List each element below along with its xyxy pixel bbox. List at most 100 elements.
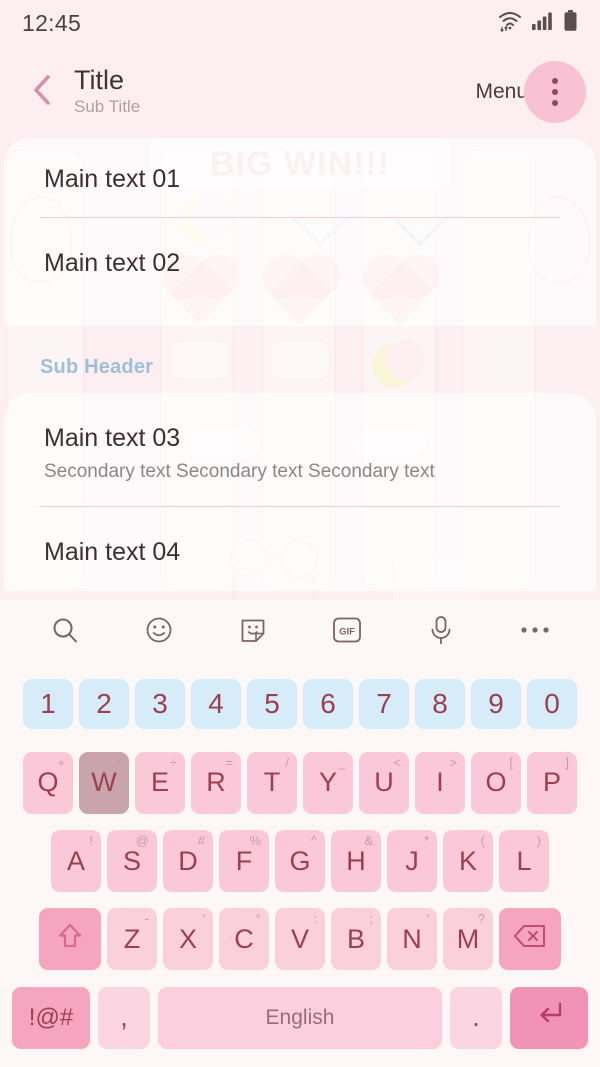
key-1[interactable]: 1	[23, 679, 73, 730]
key-y-label: Y	[318, 767, 337, 798]
key-l[interactable]: ) L	[499, 830, 549, 893]
key-b-alt: ;	[369, 911, 373, 927]
more-vertical-icon-dot3	[552, 100, 558, 106]
keyboard-row-space: !@# , English .	[4, 979, 596, 1057]
key-i-alt: >	[449, 754, 457, 770]
key-v[interactable]: :V	[275, 908, 325, 971]
on-screen-keyboard[interactable]: GIF 1 2 3 4 5 6 7 8 9 0 + Q × W ÷ E = R …	[0, 600, 600, 1067]
key-z[interactable]: -Z	[107, 908, 157, 971]
key-q-label: Q	[37, 767, 59, 798]
search-icon[interactable]	[41, 606, 89, 654]
key-k[interactable]: (K	[443, 830, 493, 893]
svg-text:GIF: GIF	[339, 626, 355, 637]
back-button[interactable]	[22, 73, 62, 112]
key-i[interactable]: > I	[415, 751, 465, 814]
key-w-label: W	[91, 767, 117, 798]
backspace-key[interactable]	[499, 908, 561, 971]
key-x[interactable]: ' X	[163, 908, 213, 971]
more-vertical-icon	[552, 78, 558, 84]
status-clock: 12:45	[22, 9, 82, 36]
key-j-label: J	[405, 845, 419, 876]
key-m-label: M	[456, 923, 480, 954]
key-s[interactable]: @ S	[107, 830, 157, 893]
list-item[interactable]: Main text 03 Secondary text Secondary te…	[4, 393, 596, 507]
list-item-subtitle: Secondary text Secondary text Secondary …	[44, 460, 435, 482]
symbols-key[interactable]: !@#	[12, 986, 90, 1049]
key-a[interactable]: ! A	[51, 830, 101, 893]
key-f-label: F	[235, 845, 253, 876]
chevron-left-icon	[29, 73, 55, 112]
key-q[interactable]: + Q	[23, 751, 73, 814]
enter-key[interactable]	[510, 986, 588, 1049]
key-b[interactable]: ; B	[331, 908, 381, 971]
key-w[interactable]: × W	[79, 751, 129, 814]
list-item-title: Main text 01	[44, 165, 181, 193]
title-block: Title Sub Title	[74, 64, 475, 118]
microphone-icon[interactable]	[417, 606, 465, 654]
key-f-alt: %	[249, 833, 261, 849]
overflow-menu-button[interactable]	[524, 61, 586, 123]
key-f[interactable]: % F	[219, 830, 269, 893]
key-j[interactable]: * J	[387, 830, 437, 893]
key-y-alt: _	[337, 754, 345, 770]
key-p-alt: ]	[565, 754, 569, 770]
list-item-title: Main text 02	[44, 249, 181, 278]
key-3[interactable]: 3	[135, 679, 185, 730]
key-d-alt: #	[197, 833, 205, 849]
key-g[interactable]: ^ G	[275, 830, 325, 893]
key-m[interactable]: ? M	[443, 908, 493, 971]
comma-key[interactable]: ,	[98, 986, 150, 1049]
keyboard-toolbar: GIF	[0, 600, 600, 660]
key-d[interactable]: # D	[163, 830, 213, 893]
menu-label[interactable]: Menu	[475, 80, 528, 104]
key-8[interactable]: 8	[415, 679, 465, 730]
key-5[interactable]: 5	[247, 679, 297, 730]
key-u[interactable]: < U	[359, 751, 409, 814]
key-l-alt: )	[536, 833, 541, 849]
key-2[interactable]: 2	[79, 679, 129, 730]
key-c[interactable]: ° C	[219, 908, 269, 971]
keyboard-number-row: 1 2 3 4 5 6 7 8 9 0	[4, 660, 596, 743]
sub-header: Sub Header	[40, 355, 154, 378]
key-n[interactable]: ' N	[387, 908, 437, 971]
key-7[interactable]: 7	[359, 679, 409, 730]
key-t[interactable]: / T	[247, 751, 297, 814]
list-card-two: Main text 03 Secondary text Secondary te…	[4, 392, 596, 591]
key-p[interactable]: ] P	[527, 751, 577, 814]
key-l-label: L	[516, 845, 532, 876]
keyboard-key-rows: 1 2 3 4 5 6 7 8 9 0 + Q × W ÷ E = R / T _ Y < U…	[0, 660, 600, 1067]
gif-icon[interactable]: GIF	[323, 606, 371, 654]
key-4[interactable]: 4	[191, 679, 241, 730]
page-title: Title	[74, 64, 125, 95]
key-9[interactable]: 9	[471, 679, 521, 730]
key-y[interactable]: _ Y	[303, 751, 353, 814]
keyboard-row-top: + Q × W ÷ E = R / T _ Y < U > I [O ] P	[4, 743, 596, 821]
key-6[interactable]: 6	[303, 679, 353, 730]
space-key[interactable]: English	[158, 986, 442, 1049]
list-item-title: Main text 04	[44, 538, 181, 567]
list-item[interactable]: Main text 02	[4, 218, 596, 325]
phone-screen: BIG WIN!!! 12:45	[0, 0, 600, 1067]
shift-key[interactable]	[39, 908, 101, 971]
key-n-alt: '	[426, 911, 429, 927]
key-x-alt: '	[202, 911, 205, 927]
key-0[interactable]: 0	[527, 679, 577, 730]
key-z-label: Z	[123, 923, 141, 954]
signal-icon	[532, 11, 554, 36]
key-h[interactable]: & H	[331, 830, 381, 893]
key-g-alt: ^	[310, 833, 317, 849]
period-key[interactable]: .	[450, 986, 502, 1049]
sticker-icon[interactable]	[229, 606, 277, 654]
key-e[interactable]: ÷ E	[135, 751, 185, 814]
key-t-alt: /	[285, 754, 289, 770]
keyboard-row-bottom: -Z ' X ° C :V ; B ' N ? M	[4, 900, 596, 978]
key-o[interactable]: [O	[471, 751, 521, 814]
list-item[interactable]: Main text 04	[4, 507, 596, 590]
more-horizontal-icon[interactable]	[511, 606, 559, 654]
key-r-alt: =	[225, 754, 233, 770]
list-item[interactable]: Main text 01	[4, 138, 596, 217]
key-a-label: A	[66, 845, 85, 876]
emoji-icon[interactable]	[135, 606, 183, 654]
key-r[interactable]: = R	[191, 751, 241, 814]
list-item-title: Main text 03	[44, 423, 181, 452]
